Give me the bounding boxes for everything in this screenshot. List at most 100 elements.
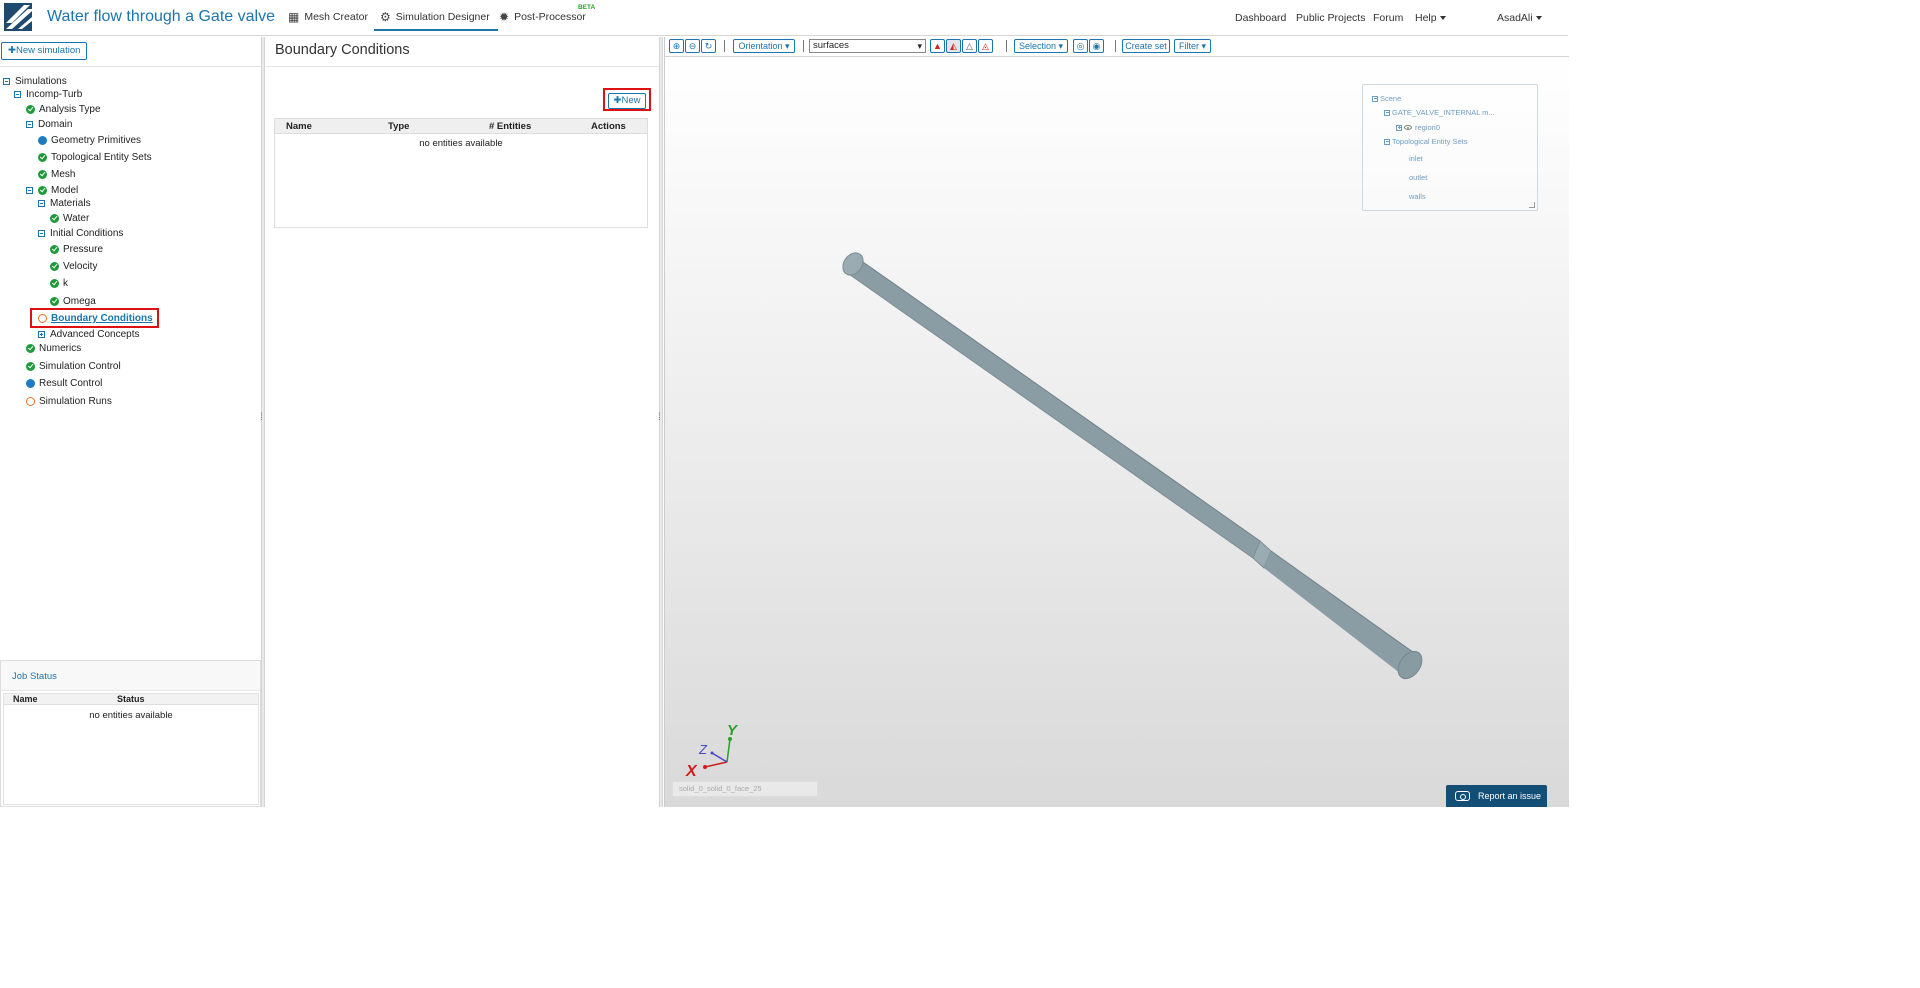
- tree-label: Simulations: [15, 76, 67, 87]
- collapse-icon[interactable]: [14, 91, 21, 98]
- reset-view-button[interactable]: ↻: [701, 39, 716, 53]
- tab-mesh-creator[interactable]: ▦ Mesh Creator: [288, 10, 368, 24]
- scene-root[interactable]: Scene: [1372, 94, 1401, 103]
- 3d-viewport[interactable]: Scene GATE_VALVE_INTERNAL m... region0 T…: [665, 58, 1569, 807]
- collapse-icon[interactable]: [3, 78, 10, 85]
- tree-item-analysis-type[interactable]: Analysis Type: [26, 104, 101, 115]
- tab-simulation-designer-label: Simulation Designer: [395, 11, 490, 23]
- collapse-icon[interactable]: [26, 187, 33, 194]
- zoom-in-button[interactable]: ⊕: [669, 39, 684, 53]
- collapse-icon[interactable]: [1372, 95, 1378, 102]
- select-point-button[interactable]: △: [962, 39, 977, 53]
- project-title[interactable]: Water flow through a Gate valve: [47, 8, 275, 26]
- tree-item-velocity[interactable]: Velocity: [50, 261, 97, 272]
- column-header-name[interactable]: Name: [286, 121, 312, 132]
- column-header-name[interactable]: Name: [13, 694, 38, 704]
- scene-region[interactable]: region0: [1396, 123, 1440, 132]
- tree-item-water[interactable]: Water: [50, 213, 89, 224]
- column-header-entities[interactable]: # Entities: [489, 121, 531, 132]
- resize-handle[interactable]: [1529, 202, 1535, 208]
- tab-post-processor[interactable]: ✹ Post-Processor: [499, 10, 586, 24]
- scene-label: Topological Entity Sets: [1392, 137, 1468, 146]
- pipe-segment[interactable]: [1264, 551, 1417, 677]
- tree-item-mesh[interactable]: Mesh: [38, 169, 75, 180]
- scene-set-walls[interactable]: walls: [1409, 192, 1426, 201]
- collapse-icon[interactable]: [26, 121, 33, 128]
- pipe-body[interactable]: [839, 249, 1427, 683]
- tree-label: Analysis Type: [39, 104, 101, 115]
- scene-model[interactable]: GATE_VALVE_INTERNAL m...: [1384, 108, 1495, 117]
- job-status-title[interactable]: Job Status: [1, 661, 260, 691]
- new-simulation-button[interactable]: ✚New simulation: [1, 42, 88, 60]
- tree-label: Result Control: [39, 378, 103, 389]
- report-issue-button[interactable]: Report an issue: [1446, 785, 1547, 807]
- tree-item-simulation-runs[interactable]: Simulation Runs: [26, 396, 112, 407]
- x-axis-label: X: [685, 763, 698, 780]
- tree-item-geometry-primitives[interactable]: Geometry Primitives: [38, 135, 141, 146]
- scene-set-inlet[interactable]: inlet: [1409, 154, 1423, 163]
- orientation-label: Orientation: [738, 41, 783, 51]
- select-volume-button[interactable]: ◬: [978, 39, 993, 53]
- zoom-out-button[interactable]: ⊖: [685, 39, 700, 53]
- tree-item-incomp-turb[interactable]: Incomp-Turb: [14, 89, 82, 100]
- pipe-edge: [845, 271, 1254, 559]
- select-surface-button[interactable]: ▲: [930, 39, 945, 53]
- nav-forum[interactable]: Forum: [1373, 12, 1403, 24]
- hide-selection-button[interactable]: ◎: [1073, 39, 1088, 53]
- tree-item-simulations[interactable]: Simulations: [3, 76, 67, 87]
- scene-set-outlet[interactable]: outlet: [1409, 173, 1427, 182]
- tree-item-numerics[interactable]: Numerics: [26, 343, 81, 354]
- show-all-button[interactable]: ◉: [1089, 39, 1104, 53]
- orientation-dropdown[interactable]: Orientation ▾: [733, 39, 795, 53]
- gears-icon: ⚙: [380, 10, 391, 24]
- tab-mesh-creator-label: Mesh Creator: [304, 11, 368, 23]
- column-header-actions: Actions: [591, 121, 626, 132]
- tab-simulation-designer[interactable]: ⚙ Simulation Designer: [374, 10, 498, 31]
- tree-item-k[interactable]: k: [50, 278, 68, 289]
- expand-icon[interactable]: [38, 331, 45, 338]
- nav-dashboard[interactable]: Dashboard: [1235, 12, 1286, 24]
- tree-item-simulation-control[interactable]: Simulation Control: [26, 361, 121, 372]
- column-header-type[interactable]: Type: [388, 121, 409, 132]
- tree-item-advanced-concepts[interactable]: Advanced Concepts: [38, 329, 140, 340]
- collapse-icon[interactable]: [1384, 109, 1390, 116]
- tree-item-domain[interactable]: Domain: [26, 119, 72, 130]
- tree-item-topological-entity-sets[interactable]: Topological Entity Sets: [38, 152, 152, 163]
- divider: [1115, 40, 1116, 52]
- edge-select-icon: ◭: [950, 41, 957, 51]
- select-edge-button[interactable]: ◭: [946, 39, 961, 53]
- eye-icon[interactable]: [1404, 125, 1412, 130]
- divider: [803, 40, 804, 52]
- collapse-icon[interactable]: [38, 230, 45, 237]
- surface-select-icon: ▲: [933, 41, 942, 51]
- collapse-icon[interactable]: [1384, 138, 1390, 145]
- left-splitter[interactable]: [260, 37, 265, 807]
- tree-item-boundary-conditions[interactable]: Boundary Conditions: [38, 313, 153, 324]
- chevron-down-icon: [1535, 16, 1542, 21]
- render-mode-select[interactable]: surfaces: [809, 39, 926, 53]
- right-splitter[interactable]: [658, 37, 663, 807]
- pipe-segment[interactable]: [846, 255, 1260, 558]
- zoom-in-icon: ⊕: [672, 41, 681, 51]
- tree-item-model[interactable]: Model: [26, 185, 78, 196]
- nav-public-projects[interactable]: Public Projects: [1296, 12, 1365, 24]
- create-set-button[interactable]: Create set: [1122, 39, 1170, 53]
- simscale-logo[interactable]: [4, 3, 32, 31]
- selection-dropdown[interactable]: Selection ▾: [1014, 39, 1068, 53]
- scene-entity-sets[interactable]: Topological Entity Sets: [1384, 137, 1467, 146]
- nav-user-menu[interactable]: AsadAli: [1497, 12, 1542, 24]
- column-header-status[interactable]: Status: [117, 694, 145, 704]
- new-boundary-condition-button[interactable]: ✚New: [608, 93, 646, 109]
- filter-dropdown[interactable]: Filter ▾: [1174, 39, 1211, 53]
- z-axis-label: Z: [698, 742, 708, 757]
- expand-icon[interactable]: [1396, 124, 1402, 131]
- tree-item-pressure[interactable]: Pressure: [50, 244, 103, 255]
- collapse-icon[interactable]: [38, 200, 45, 207]
- tree-item-initial-conditions[interactable]: Initial Conditions: [38, 228, 123, 239]
- new-button-label: New: [621, 95, 641, 106]
- tree-item-omega[interactable]: Omega: [50, 296, 96, 307]
- tree-label: Water: [63, 213, 90, 224]
- tree-item-materials[interactable]: Materials: [38, 198, 91, 209]
- nav-help[interactable]: Help: [1415, 12, 1446, 24]
- tree-item-result-control[interactable]: Result Control: [26, 378, 102, 389]
